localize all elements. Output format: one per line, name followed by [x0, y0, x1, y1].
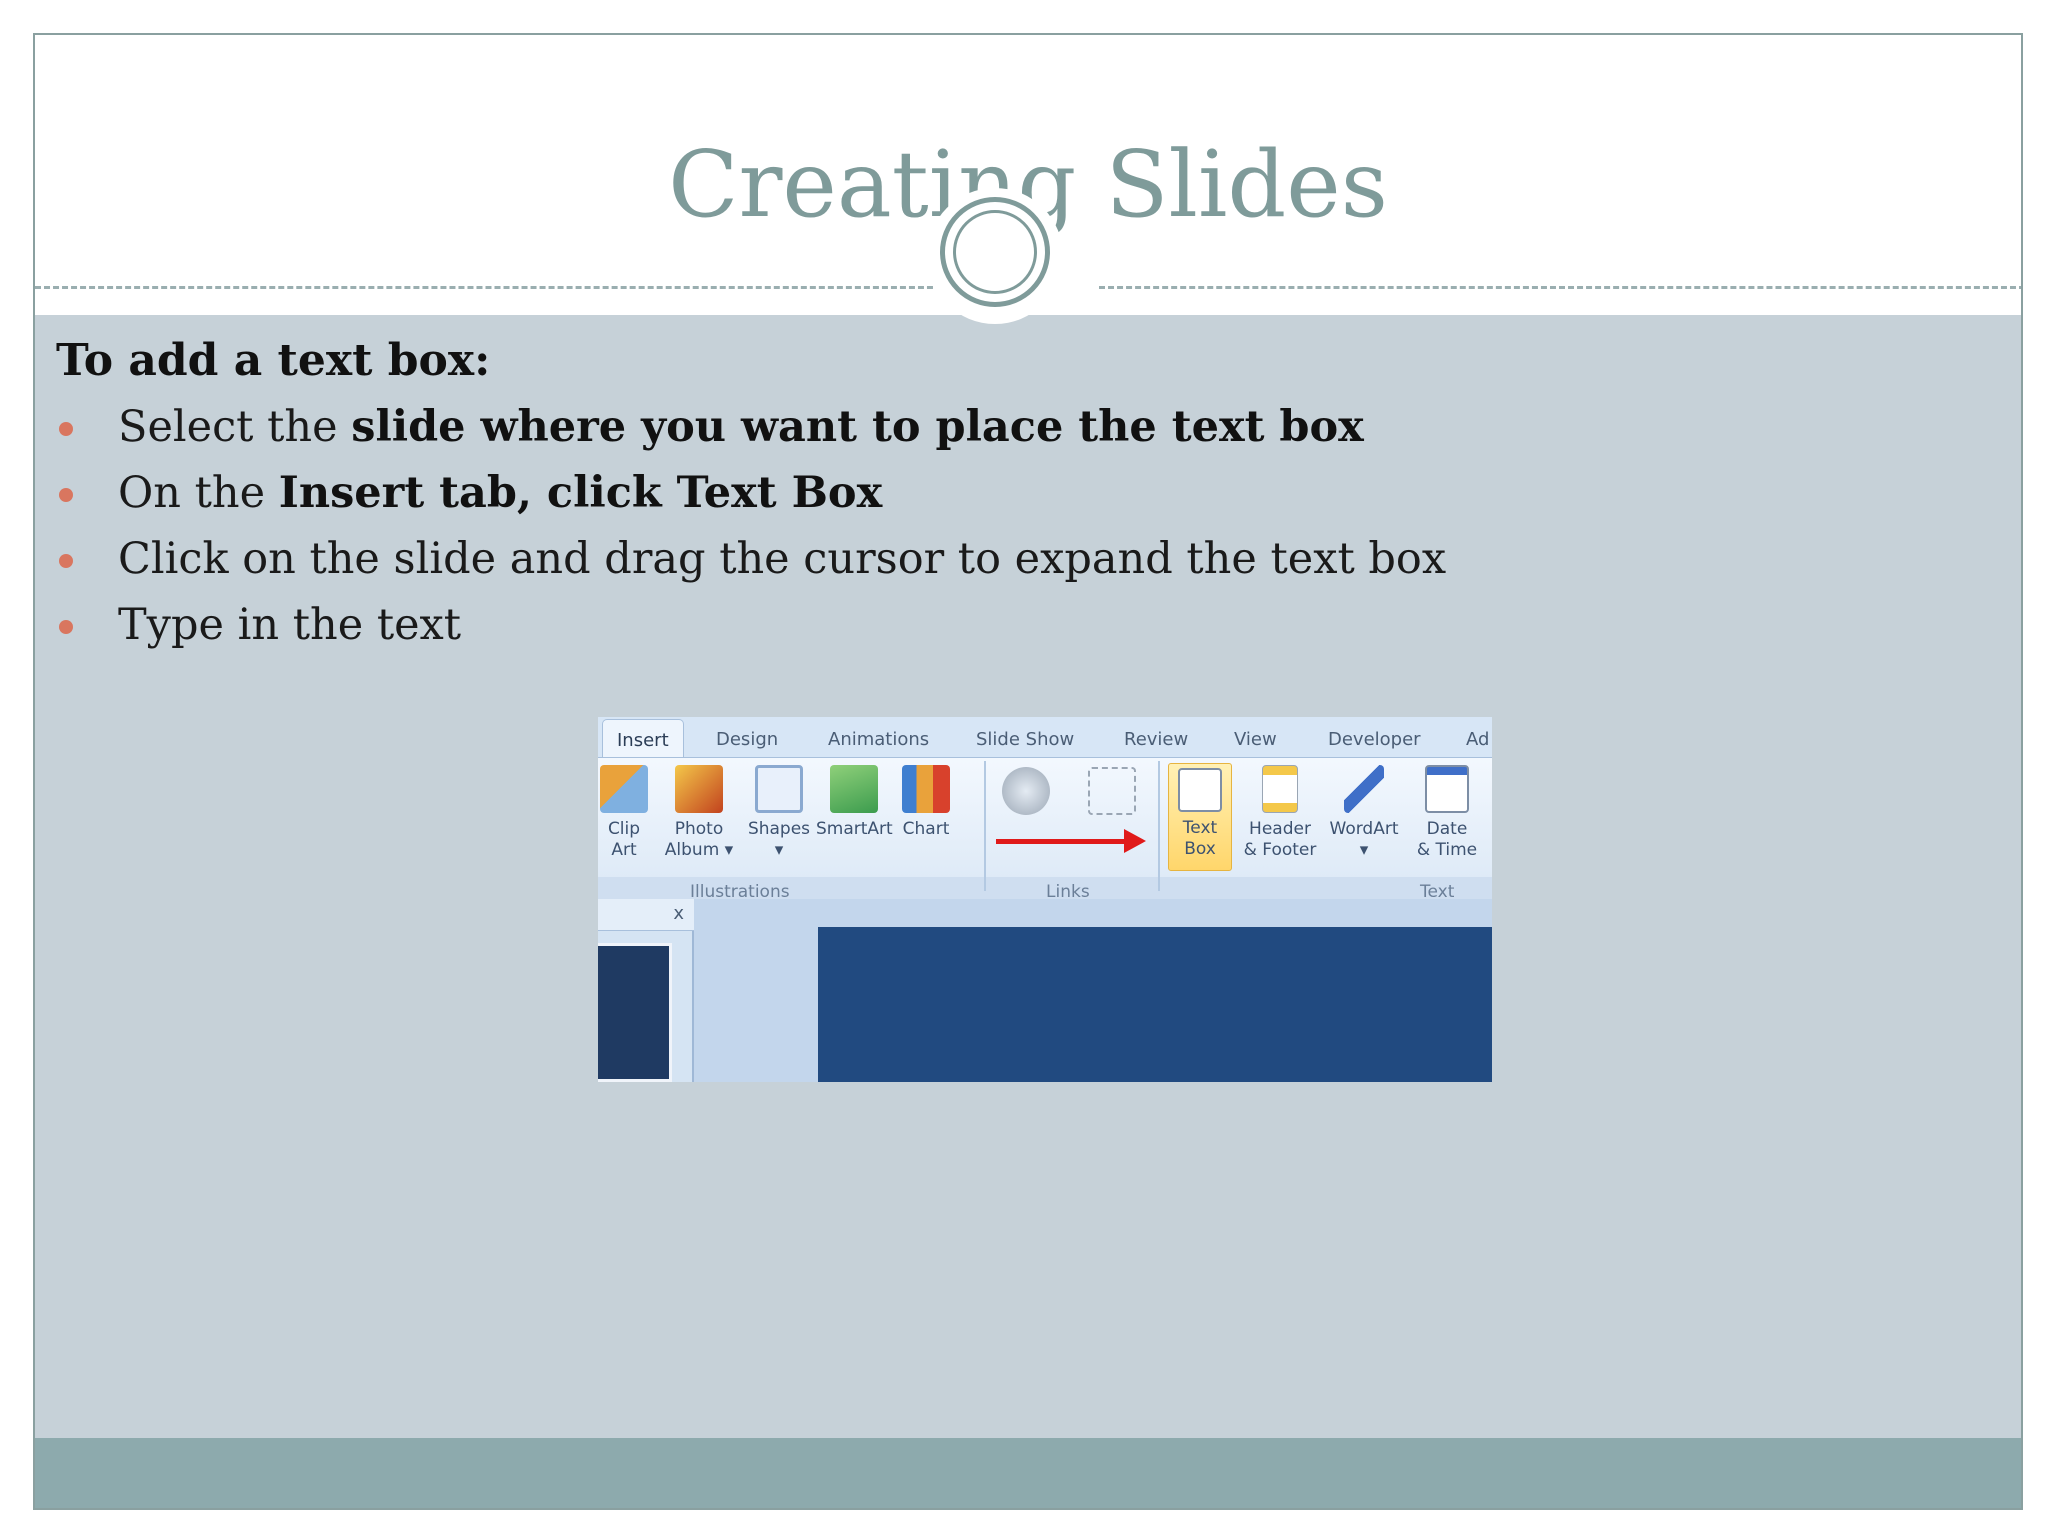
header-footer-icon: [1262, 765, 1298, 813]
bullet-text: Type in the text: [118, 600, 462, 650]
thumbnail-pane-header: x: [598, 899, 694, 931]
action-icon: [1088, 767, 1136, 815]
circle-emblem-inner-ring: [953, 210, 1037, 294]
button-label: Text Box: [1182, 818, 1218, 859]
bullet-item: Select the slide where you want to place…: [56, 394, 1856, 460]
hyperlink-icon: [1002, 767, 1050, 815]
group-separator: [984, 761, 986, 891]
slide-thumbnail: [598, 943, 672, 1082]
shapes-button: Shapes ▾: [744, 765, 814, 861]
button-label: WordArt ▾: [1329, 819, 1399, 860]
button-label: Clip Art: [607, 819, 641, 860]
button-label: Header & Footer: [1243, 819, 1317, 860]
bullet-text: On the: [118, 468, 279, 518]
clip-art-icon: [600, 765, 648, 813]
divider-left: [35, 286, 960, 289]
date-time-button: Date & Time: [1416, 765, 1478, 861]
photo-album-icon: [675, 765, 723, 813]
clip-art-button: Clip Art: [600, 765, 648, 861]
close-icon: x: [673, 903, 684, 924]
button-label: Photo Album ▾: [664, 819, 734, 860]
button-label: SmartArt: [816, 819, 893, 839]
tab-developer: Developer: [1328, 729, 1421, 750]
lead-heading: To add a text box:: [56, 335, 491, 386]
slide-content: To add a text box: Select the slide wher…: [56, 328, 1856, 658]
text-box-icon: [1178, 768, 1222, 812]
ribbon-screenshot: Insert Design Animations Slide Show Revi…: [598, 717, 1492, 1082]
slide-canvas: [818, 927, 1492, 1082]
group-separator: [1158, 761, 1160, 891]
wordart-icon: [1344, 765, 1384, 813]
ribbon-tab-bar: Insert Design Animations Slide Show Revi…: [598, 717, 1492, 759]
bullet-dot-icon: [59, 554, 73, 568]
bullet-item: Click on the slide and drag the cursor t…: [56, 526, 1856, 592]
tab-ad: Ad: [1466, 729, 1490, 750]
chart-icon: [902, 765, 950, 813]
bullet-dot-icon: [59, 620, 73, 634]
bullet-text: Click on the slide and drag the cursor t…: [118, 534, 1447, 584]
tab-slide-show: Slide Show: [976, 729, 1075, 750]
header-footer-button: Header & Footer: [1240, 765, 1320, 861]
chart-button: Chart: [898, 765, 954, 840]
red-arrow-icon: [1124, 829, 1146, 853]
divider-right: [1099, 286, 2021, 289]
bullet-dot-icon: [59, 422, 73, 436]
button-label: Shapes ▾: [747, 819, 811, 860]
tab-animations: Animations: [828, 729, 930, 750]
tab-design: Design: [716, 729, 779, 750]
photo-album-button: Photo Album ▾: [662, 765, 736, 861]
bullet-item: Type in the text: [56, 592, 1856, 658]
bullet-bold-text: slide where you want to place the text b…: [351, 402, 1364, 452]
bullet-dot-icon: [59, 488, 73, 502]
editor-workspace: x: [598, 899, 1492, 1082]
bullet-bold-text: Insert tab, click Text Box: [278, 468, 883, 518]
slide-footer-bar: [35, 1438, 2021, 1508]
tab-review: Review: [1124, 729, 1189, 750]
tab-insert: Insert: [602, 719, 684, 759]
tab-view: View: [1234, 729, 1277, 750]
button-label: Chart: [902, 819, 950, 839]
shapes-icon: [755, 765, 803, 813]
bullet-list: Select the slide where you want to place…: [56, 394, 1856, 658]
date-time-icon: [1425, 765, 1469, 813]
red-arrow-shaft: [996, 839, 1126, 844]
button-label: Date & Time: [1416, 819, 1478, 860]
bullet-text: Select the: [118, 402, 352, 452]
text-box-button: Text Box: [1168, 763, 1232, 871]
bullet-item: On the Insert tab, click Text Box: [56, 460, 1856, 526]
wordart-button: WordArt ▾: [1326, 765, 1402, 861]
smartart-button: SmartArt: [816, 765, 893, 840]
smartart-icon: [830, 765, 878, 813]
slide-thumbnail-pane: x: [598, 899, 694, 1082]
